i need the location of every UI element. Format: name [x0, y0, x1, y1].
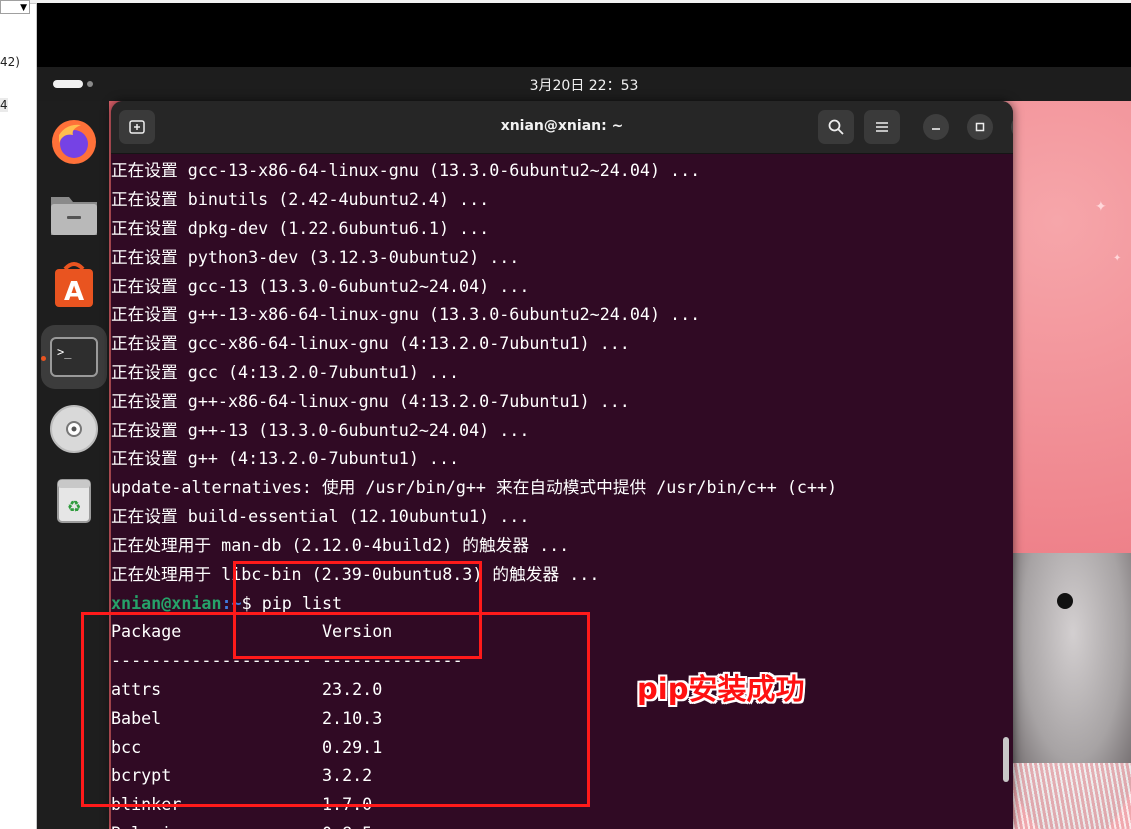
host-window-sidebar	[0, 0, 37, 829]
output-line: 正在设置 binutils (2.42-4ubuntu2.4) ...	[111, 189, 490, 209]
host-dropdown[interactable]: ▼	[0, 0, 30, 14]
output-line: 正在设置 g++-x86-64-linux-gnu (4:13.2.0-7ubu…	[111, 391, 630, 411]
wallpaper-flowers	[1013, 763, 1131, 829]
output-line: 正在设置 python3-dev (3.12.3-0ubuntu2) ...	[111, 247, 520, 267]
clock[interactable]: 3月20日 22：53	[37, 75, 1131, 95]
hamburger-icon	[876, 122, 888, 132]
running-indicator	[41, 356, 46, 361]
annotation-box-package-list	[81, 612, 590, 807]
host-text-fragment: 4	[0, 98, 8, 112]
maximize-button[interactable]	[967, 114, 993, 140]
output-line: 正在设置 g++-13-x86-64-linux-gnu (13.3.0-6ub…	[111, 304, 701, 324]
maximize-icon	[975, 122, 985, 132]
output-line: 正在设置 gcc-13-x86-64-linux-gnu (13.3.0-6ub…	[111, 160, 701, 180]
sparkle-decoration: ✦	[1113, 253, 1122, 264]
output-line: 正在设置 gcc (4:13.2.0-7ubuntu1) ...	[111, 362, 460, 382]
host-text-fragment: 42)	[0, 55, 20, 69]
minimize-icon	[932, 128, 940, 130]
svg-text:A: A	[64, 277, 84, 307]
svg-text:>_: >_	[57, 345, 72, 359]
search-button[interactable]	[818, 110, 854, 144]
sparkle-decoration: ✦	[1095, 199, 1107, 215]
gnome-top-bar: 3月20日 22：53	[37, 67, 1131, 101]
trash-icon[interactable]: ♻	[49, 474, 99, 524]
menu-button[interactable]	[864, 110, 900, 144]
files-icon[interactable]	[49, 189, 99, 239]
prompt-user: xnian@xnian	[111, 593, 222, 613]
annotation-label: pip安装成功	[637, 672, 805, 706]
output-line: 正在设置 g++-13 (13.3.0-6ubuntu2~24.04) ...	[111, 420, 530, 440]
output-line: 正在处理用于 man-db (2.12.0-4build2) 的触发器 ...	[111, 535, 570, 555]
terminal-icon[interactable]: >_	[49, 332, 99, 382]
firefox-icon[interactable]	[49, 117, 99, 167]
terminal-scrollbar[interactable]	[1003, 737, 1009, 782]
search-icon	[828, 119, 844, 135]
terminal-headerbar: xnian@xnian: ~	[111, 101, 1013, 154]
output-line: 正在设置 dpkg-dev (1.22.6ubuntu6.1) ...	[111, 218, 490, 238]
output-line: 正在设置 g++ (4:13.2.0-7ubuntu1) ...	[111, 448, 460, 468]
package-row: Brlapi 0.8.5	[111, 819, 372, 829]
app-center-icon[interactable]: A	[49, 259, 99, 309]
output-line: 正在设置 gcc-x86-64-linux-gnu (4:13.2.0-7ubu…	[111, 333, 630, 353]
disc-icon[interactable]	[49, 404, 99, 454]
wallpaper-creature-eye	[1057, 593, 1073, 609]
output-line: update-alternatives: 使用 /usr/bin/g++ 来在自…	[111, 477, 838, 497]
output-line: 正在设置 build-essential (12.10ubuntu1) ...	[111, 506, 530, 526]
output-line: 正在设置 gcc-13 (13.3.0-6ubuntu2~24.04) ...	[111, 276, 530, 296]
svg-text:♻: ♻	[67, 497, 81, 516]
minimize-button[interactable]	[923, 114, 949, 140]
